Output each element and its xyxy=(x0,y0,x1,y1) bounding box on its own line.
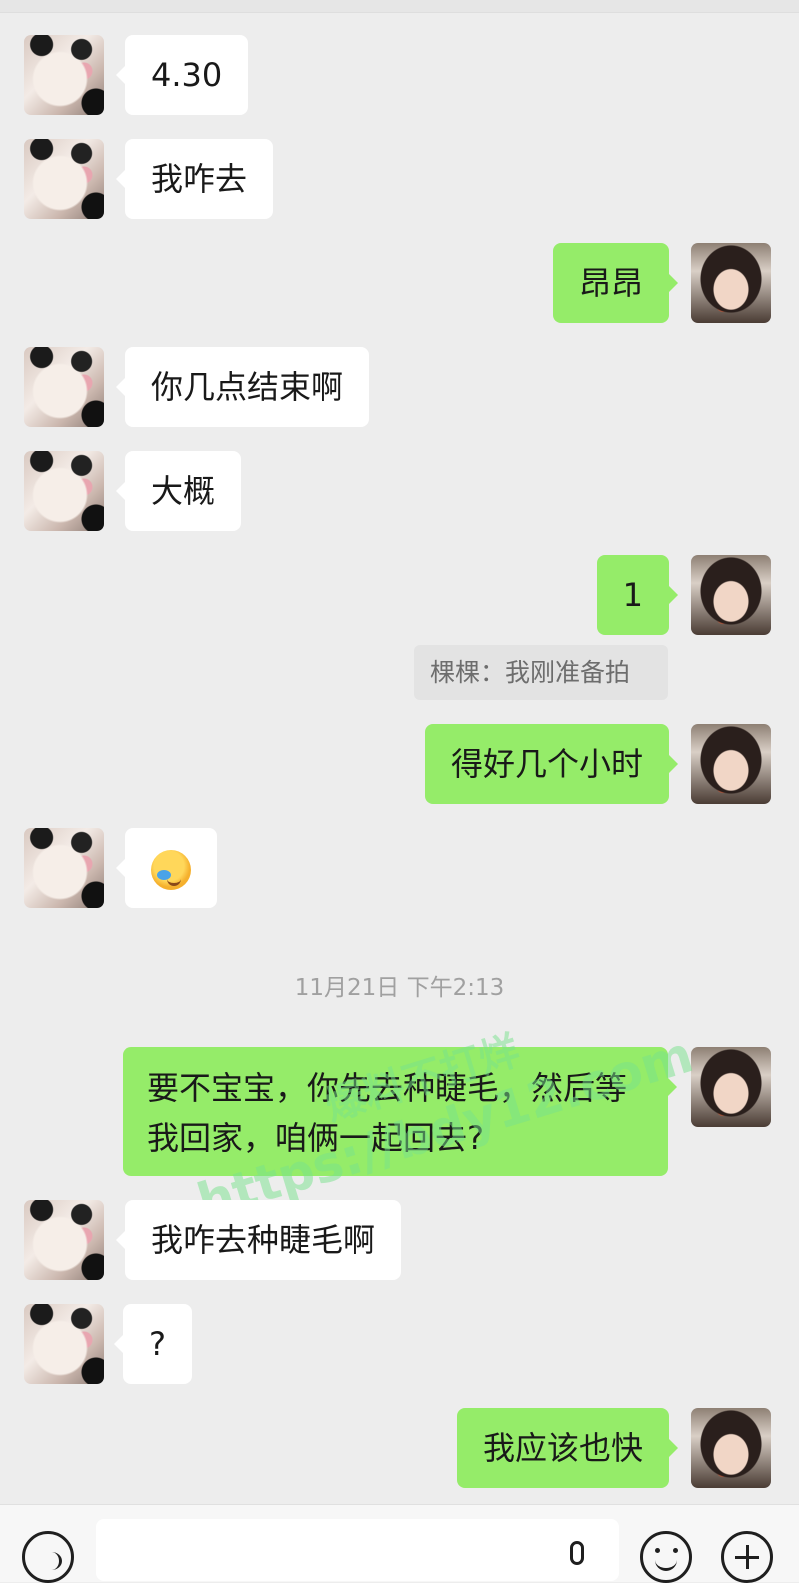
message-text: 你几点结束啊 xyxy=(151,368,344,406)
contact-avatar[interactable] xyxy=(24,1304,104,1384)
message-input[interactable] xyxy=(96,1519,619,1581)
my-avatar[interactable] xyxy=(691,243,771,323)
message-bubble-sent[interactable]: 要不宝宝，你先去种睫毛，然后等我回家，咱俩一起回去? xyxy=(123,1047,677,1176)
message-bubble-sent[interactable]: 1 xyxy=(596,555,679,635)
facepalm-crying-emoji-icon xyxy=(151,850,191,890)
message-text: 要不宝宝，你先去种睫毛，然后等我回家，咱俩一起回去? xyxy=(147,1069,628,1157)
timestamp: 11月21日 下午2:13 xyxy=(294,975,505,1001)
quoted-message[interactable]: 棵棵：我刚准备拍 xyxy=(414,645,668,700)
quote-text: 棵棵：我刚准备拍 xyxy=(430,658,631,687)
contact-avatar[interactable] xyxy=(24,1200,104,1280)
message-text: 我应该也快 xyxy=(482,1429,643,1467)
message-bubble-received[interactable] xyxy=(116,828,217,908)
message-bubble-received[interactable]: ? xyxy=(114,1304,192,1384)
message-bubble-received[interactable]: 4.30 xyxy=(115,35,249,115)
my-avatar[interactable] xyxy=(691,555,771,635)
microphone-icon[interactable] xyxy=(570,1541,584,1565)
emoji-icon[interactable] xyxy=(640,1531,692,1583)
message-bubble-received[interactable]: 我咋去种睫毛啊 xyxy=(115,1200,402,1280)
message-bubble-sent[interactable]: 我应该也快 xyxy=(456,1408,679,1488)
message-text: 我咋去 xyxy=(151,160,248,198)
contact-avatar[interactable] xyxy=(24,35,104,115)
message-text: ? xyxy=(149,1325,166,1363)
message-bubble-sent[interactable]: 得好几个小时 xyxy=(424,724,679,804)
message-text: 我咋去种睫毛啊 xyxy=(151,1221,376,1259)
my-avatar[interactable] xyxy=(691,1047,771,1127)
contact-avatar[interactable] xyxy=(24,828,104,908)
message-text: 4.30 xyxy=(151,56,223,94)
message-bubble-received[interactable]: 我咋去 xyxy=(115,139,274,219)
my-avatar[interactable] xyxy=(691,724,771,804)
my-avatar[interactable] xyxy=(691,1408,771,1488)
message-bubble-received[interactable]: 你几点结束啊 xyxy=(115,347,370,427)
message-text: 昂昂 xyxy=(578,264,643,302)
contact-avatar[interactable] xyxy=(24,347,104,427)
contact-avatar[interactable] xyxy=(24,139,104,219)
message-text: 1 xyxy=(622,576,643,614)
message-bubble-sent[interactable]: 昂昂 xyxy=(552,243,679,323)
top-divider xyxy=(0,0,799,13)
message-text: 得好几个小时 xyxy=(450,745,643,783)
message-text: 大概 xyxy=(151,472,216,510)
plus-icon[interactable] xyxy=(721,1531,773,1583)
message-bubble-received[interactable]: 大概 xyxy=(115,451,242,531)
contact-avatar[interactable] xyxy=(24,451,104,531)
voice-icon[interactable] xyxy=(22,1531,74,1583)
